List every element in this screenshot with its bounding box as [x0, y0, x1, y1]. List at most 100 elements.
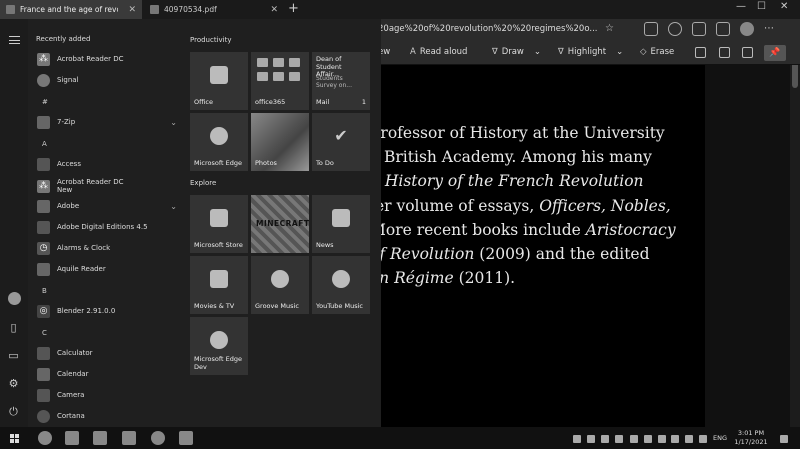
erase-button[interactable]: ◇ Erase	[640, 47, 674, 57]
user-avatar[interactable]	[8, 292, 21, 305]
tile-mail[interactable]: Dean of Student Affair... Students Survey …	[312, 52, 370, 110]
letter-header-b[interactable]: B	[42, 287, 47, 295]
app-adobe-digital-editions[interactable]: Adobe Digital Editions 4.5	[37, 217, 177, 237]
volume-icon[interactable]	[699, 435, 707, 443]
app-acrobat-reader-dc-new[interactable]: ⁂ Acrobat Reader DC New	[37, 176, 177, 196]
read-aloud-button[interactable]: A Read aloud	[410, 47, 467, 57]
group-title-productivity[interactable]: Productivity	[190, 36, 232, 44]
camera-icon	[37, 388, 50, 402]
cloud-icon[interactable]	[644, 435, 652, 443]
tray-icon[interactable]	[658, 435, 666, 443]
tile-label: Groove Music	[255, 301, 299, 310]
tile-photos[interactable]: Photos	[251, 113, 309, 171]
app-signal[interactable]: Signal	[37, 70, 177, 90]
draw-button[interactable]: ∇ Draw ⌄	[492, 47, 541, 57]
input-language[interactable]: ENG	[713, 434, 727, 442]
system-clock[interactable]: 3:01 PM 1/17/2021	[734, 429, 768, 447]
acrobat-icon[interactable]	[179, 431, 193, 445]
letter-header-a[interactable]: A	[42, 140, 47, 148]
wifi-icon[interactable]	[685, 435, 693, 443]
tile-label: To Do	[316, 158, 334, 167]
tray-icon[interactable]	[601, 435, 609, 443]
chevron-down-icon[interactable]: ⌄	[534, 47, 541, 57]
tray-icon[interactable]	[615, 435, 623, 443]
app-7zip[interactable]: 7-Zip ⌄	[37, 112, 177, 132]
taskbar-app-icon[interactable]	[38, 431, 52, 445]
tab-40970534-pdf[interactable]: 40970534.pdf ✕	[144, 0, 284, 19]
app-aquile-reader[interactable]: Aquile Reader	[37, 259, 177, 279]
app-calendar[interactable]: Calendar	[37, 364, 177, 384]
letter-header-c[interactable]: C	[42, 329, 47, 337]
doc-line-4-a: ier volume of essays,	[370, 197, 540, 215]
tab-title: 40970534.pdf	[164, 5, 217, 14]
bluetooth-icon[interactable]	[630, 435, 638, 443]
close-icon[interactable]: ✕	[270, 5, 278, 15]
tile-to-do[interactable]: ✔ To Do	[312, 113, 370, 171]
edge-icon	[210, 127, 228, 146]
app-alarms-clock[interactable]: ◷ Alarms & Clock	[37, 238, 177, 258]
close-window-icon[interactable]: ✕	[780, 1, 788, 12]
pictures-icon[interactable]: ▭	[7, 349, 20, 362]
teams-icon[interactable]	[122, 431, 136, 445]
maximize-icon[interactable]: ☐	[757, 1, 766, 12]
hamburger-menu-icon[interactable]	[9, 36, 20, 44]
close-icon[interactable]: ✕	[128, 5, 136, 15]
start-menu-rail	[0, 19, 28, 427]
new-tab-button[interactable]: +	[288, 1, 299, 16]
collections-icon[interactable]	[692, 22, 706, 36]
outlook-icon	[273, 72, 284, 81]
tray-icon[interactable]	[573, 435, 581, 443]
highlight-button[interactable]: ∇ Highlight ⌄	[558, 47, 623, 57]
tab-france-age-revolution[interactable]: France and the age of revolution ✕	[0, 0, 142, 19]
tile-microsoft-store[interactable]: Microsoft Store	[190, 195, 248, 253]
pin-toolbar-icon[interactable]: 📌	[764, 45, 786, 61]
save-icon[interactable]	[742, 47, 753, 58]
fit-page-icon[interactable]	[719, 47, 730, 58]
app-access[interactable]: Access	[37, 154, 177, 174]
minimize-icon[interactable]: —	[736, 1, 746, 12]
tray-icon[interactable]	[587, 435, 595, 443]
word-icon[interactable]	[93, 431, 107, 445]
tile-label: Microsoft Store	[194, 240, 243, 249]
settings-gear-icon[interactable]: ⚙	[7, 377, 20, 390]
app-cortana[interactable]: Cortana	[37, 406, 177, 426]
tile-youtube-music[interactable]: YouTube Music	[312, 256, 370, 314]
taskbar-app-icon[interactable]	[65, 431, 79, 445]
doc-line-6-a: of Revolution	[370, 245, 475, 263]
app-acrobat-reader-dc[interactable]: ⁂ Acrobat Reader DC	[37, 49, 177, 69]
group-title-explore[interactable]: Explore	[190, 179, 216, 187]
app-camera[interactable]: Camera	[37, 385, 177, 405]
tile-minecraft[interactable]: MINECRAFT	[251, 195, 309, 253]
app-blender[interactable]: ◎ Blender 2.91.0.0	[37, 301, 177, 321]
app-calculator[interactable]: Calculator	[37, 343, 177, 363]
vertical-scrollbar[interactable]	[790, 41, 800, 427]
skype-icon[interactable]	[151, 431, 165, 445]
tile-groove-music[interactable]: Groove Music	[251, 256, 309, 314]
app-adobe[interactable]: Adobe ⌄	[37, 196, 177, 216]
documents-icon[interactable]: ▯	[7, 321, 20, 334]
print-icon[interactable]	[695, 47, 706, 58]
chevron-down-icon[interactable]: ⌄	[170, 118, 177, 127]
tile-movies-tv[interactable]: Movies & TV	[190, 256, 248, 314]
more-options-icon[interactable]: ⋯	[764, 22, 774, 36]
favorite-star-icon[interactable]: ☆	[605, 23, 614, 34]
doc-line-5: More recent books include Aristocracy	[370, 221, 676, 239]
power-icon[interactable]: ⏻	[7, 405, 20, 418]
chevron-down-icon[interactable]: ⌄	[170, 202, 177, 211]
share-icon[interactable]	[716, 22, 730, 36]
letter-header-hash[interactable]: #	[42, 98, 48, 106]
history-icon[interactable]	[668, 22, 682, 36]
tile-office[interactable]: Office	[190, 52, 248, 110]
doc-line-7-b: (2011).	[453, 269, 516, 287]
tile-news[interactable]: News	[312, 195, 370, 253]
network-icon[interactable]	[671, 435, 679, 443]
profile-avatar[interactable]	[740, 22, 754, 36]
chevron-down-icon[interactable]: ⌄	[616, 47, 623, 57]
tile-microsoft-edge[interactable]: Microsoft Edge	[190, 113, 248, 171]
notifications-icon[interactable]	[780, 435, 788, 443]
tile-microsoft-edge-dev[interactable]: Microsoft Edge Dev	[190, 317, 248, 375]
windows-start-icon[interactable]	[10, 434, 19, 443]
address-bar[interactable]: 20age%20of%20revolution%20%20regimes%20o…	[378, 24, 598, 34]
tile-office365[interactable]: office365	[251, 52, 309, 110]
screen-cast-icon[interactable]	[644, 22, 658, 36]
